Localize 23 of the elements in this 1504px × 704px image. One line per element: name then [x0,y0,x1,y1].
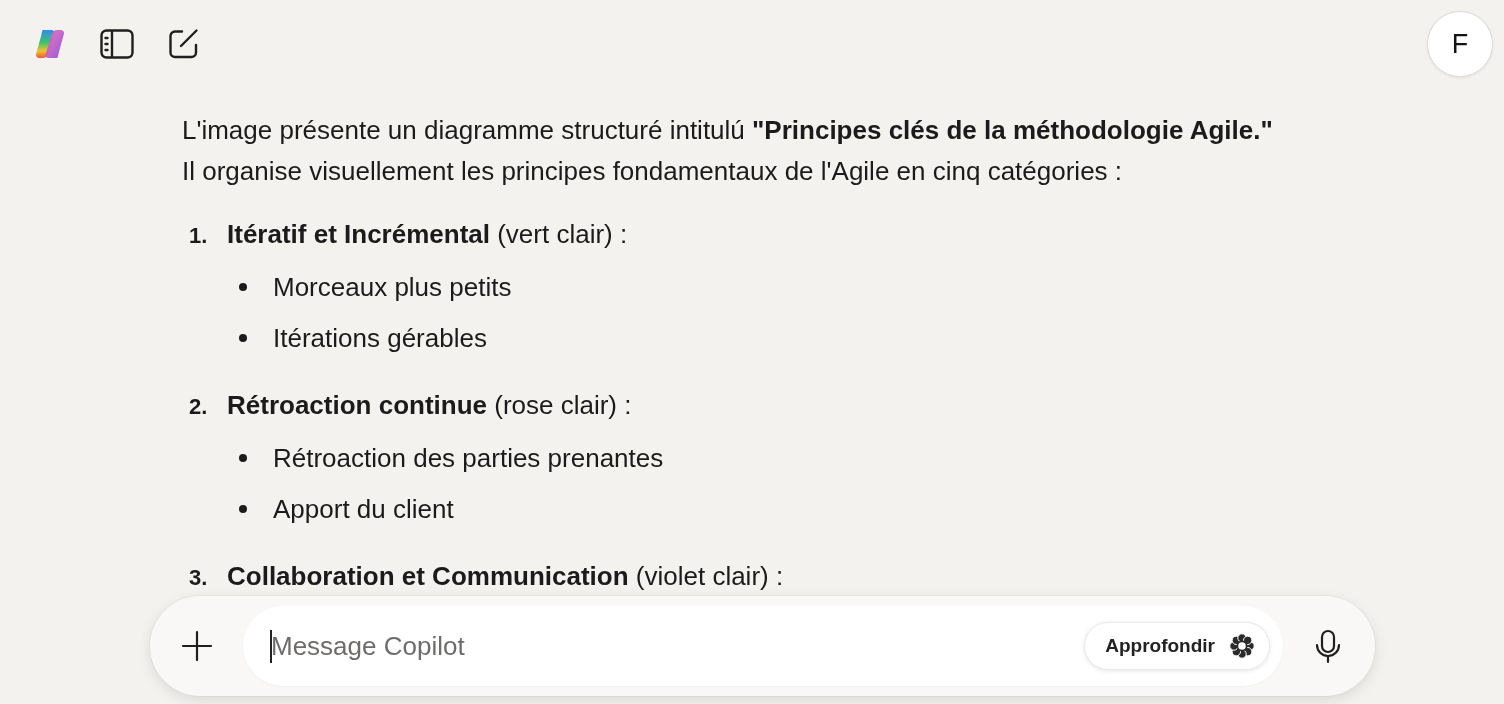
section-heading: Rétroaction continue (rose clair) : [227,389,632,422]
bullet-icon [239,454,247,462]
think-deeper-button[interactable]: Approfondir [1084,622,1270,670]
logo-icon[interactable] [34,28,66,60]
bullet-icon [239,334,247,342]
plus-icon [181,630,213,662]
rosette-icon [1229,633,1255,659]
bullet-text: Apport du client [273,493,454,526]
response-paragraph: L'image présente un diagramme structuré intitulú "Principes clés de la méthodologie Agile." Il organise visuellement les principes fondamentaux de l'Agile en cinq catégories : [182,114,1274,188]
avatar-button[interactable]: F [1427,11,1493,77]
bullet-text: Rétroaction des parties prenantes [273,442,664,475]
microphone-icon [1314,628,1342,664]
section-heading: Itératif et Incrémental (vert clair) : [227,218,628,251]
list-number: 1. [189,222,209,250]
section-heading: Collaboration et Communication (violet clair) : [227,560,784,593]
bullet-text: Morceaux plus petits [273,271,512,304]
edit-icon [167,28,199,60]
list-number: 3. [189,564,209,592]
bullet-icon [239,283,247,291]
bullet-icon [239,505,247,513]
bullet-text: Itérations gérables [273,322,487,355]
list-number: 2. [189,393,209,421]
sidebar-icon [100,29,134,59]
